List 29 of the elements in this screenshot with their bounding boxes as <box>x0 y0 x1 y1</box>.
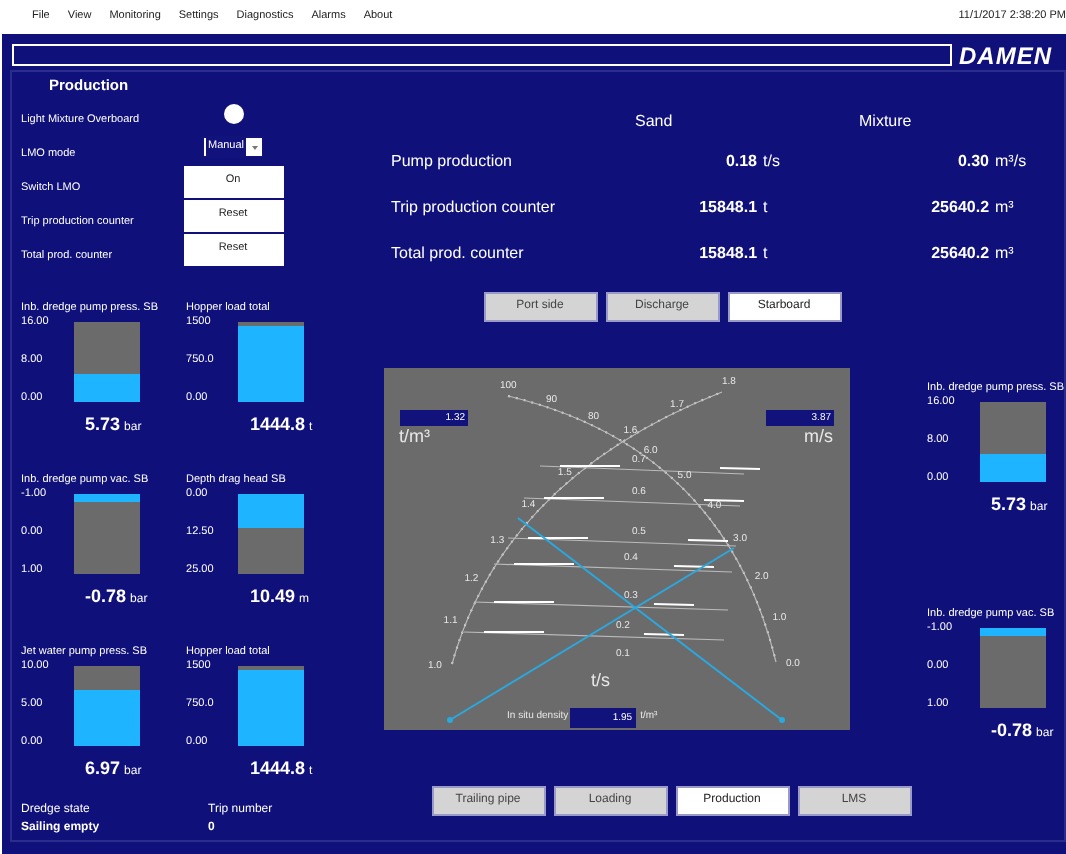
sand-unit: t <box>763 241 770 265</box>
sand-value: 15848.1 <box>699 195 758 219</box>
gauge-value: 10.49 <box>250 584 296 608</box>
sand-value: 0.18 <box>725 149 758 173</box>
mixture-unit: m³ <box>995 241 1016 265</box>
mixture-value: 25640.2 <box>931 195 990 219</box>
row-label: Total prod. counter <box>391 241 526 265</box>
gauge-value: 1444.8 <box>250 756 306 780</box>
flow-unit: t/s <box>591 668 611 694</box>
column-header: Mixture <box>857 110 912 134</box>
sand-unit: t/s <box>763 149 782 173</box>
gauge-value: 5.73 <box>991 492 1027 516</box>
mixture-unit: m³/s <box>995 149 1029 173</box>
row-label: Trip production counter <box>391 195 557 219</box>
gauge-value: 5.73 <box>85 412 121 436</box>
gauge-value: 1444.8 <box>250 412 306 436</box>
sand-unit: t <box>763 195 770 219</box>
row-label: Pump production <box>391 149 514 173</box>
gauge-value: -0.78 <box>991 718 1033 742</box>
velocity-unit: m/s <box>804 426 834 448</box>
logo: DAMEN <box>959 39 1053 73</box>
mixture-value: 0.30 <box>957 149 990 173</box>
sand-value: 15848.1 <box>699 241 758 265</box>
column-header: Sand <box>633 110 675 134</box>
mixture-unit: m³ <box>995 195 1016 219</box>
density-unit: t/m³ <box>399 426 431 448</box>
gauge-value: 6.97 <box>85 756 121 780</box>
gauge-value: -0.78 <box>85 584 127 608</box>
mixture-value: 25640.2 <box>931 241 990 265</box>
